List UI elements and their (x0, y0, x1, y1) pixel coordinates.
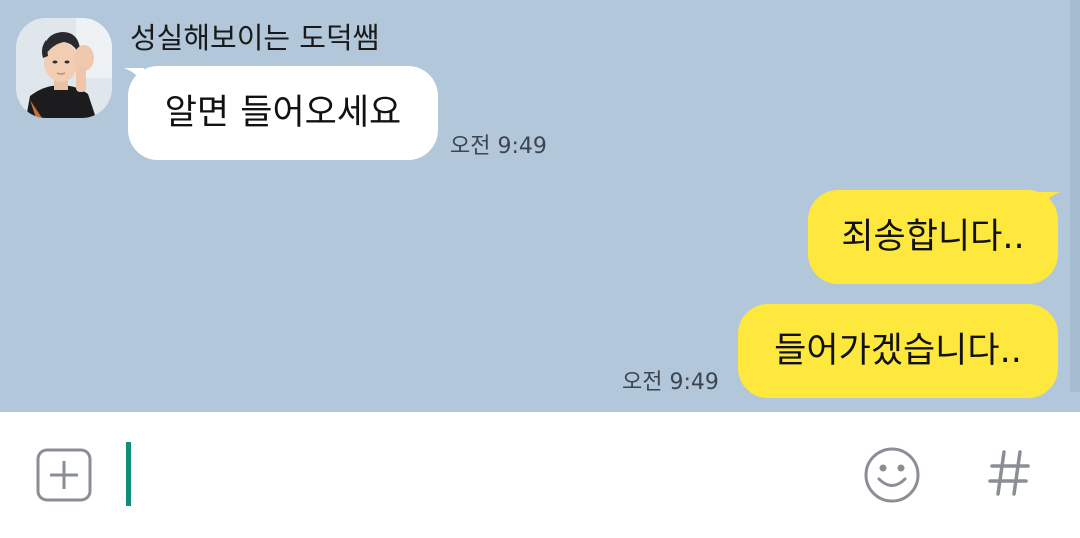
emoji-button[interactable] (862, 446, 922, 504)
message-text: 죄송합니다.. (841, 217, 1025, 257)
plus-square-icon (36, 448, 92, 502)
text-cursor (126, 442, 131, 506)
message-time: 오전 9:49 (450, 134, 547, 159)
outgoing-message-bubble[interactable]: 죄송합니다.. (808, 190, 1058, 284)
scrollbar[interactable] (1070, 0, 1080, 392)
sender-avatar[interactable] (16, 18, 112, 118)
hashtag-button[interactable] (986, 444, 1032, 502)
incoming-message-bubble[interactable]: 알면 들어오세요 (128, 66, 438, 160)
message-input[interactable] (140, 440, 820, 508)
message-time: 오전 9:49 (622, 370, 719, 395)
sender-name: 성실해보이는 도덕쌤 (130, 21, 380, 55)
chat-area: 성실해보이는 도덕쌤 알면 들어오세요 오전 9:49 죄송합니다.. 들어가겠… (0, 0, 1080, 412)
hash-icon (988, 450, 1030, 496)
message-text: 알면 들어오세요 (164, 93, 402, 133)
smiley-icon (864, 447, 920, 503)
attach-button[interactable] (36, 448, 92, 502)
message-text: 들어가겠습니다.. (774, 331, 1022, 371)
outgoing-message-bubble[interactable]: 들어가겠습니다.. (738, 304, 1058, 398)
